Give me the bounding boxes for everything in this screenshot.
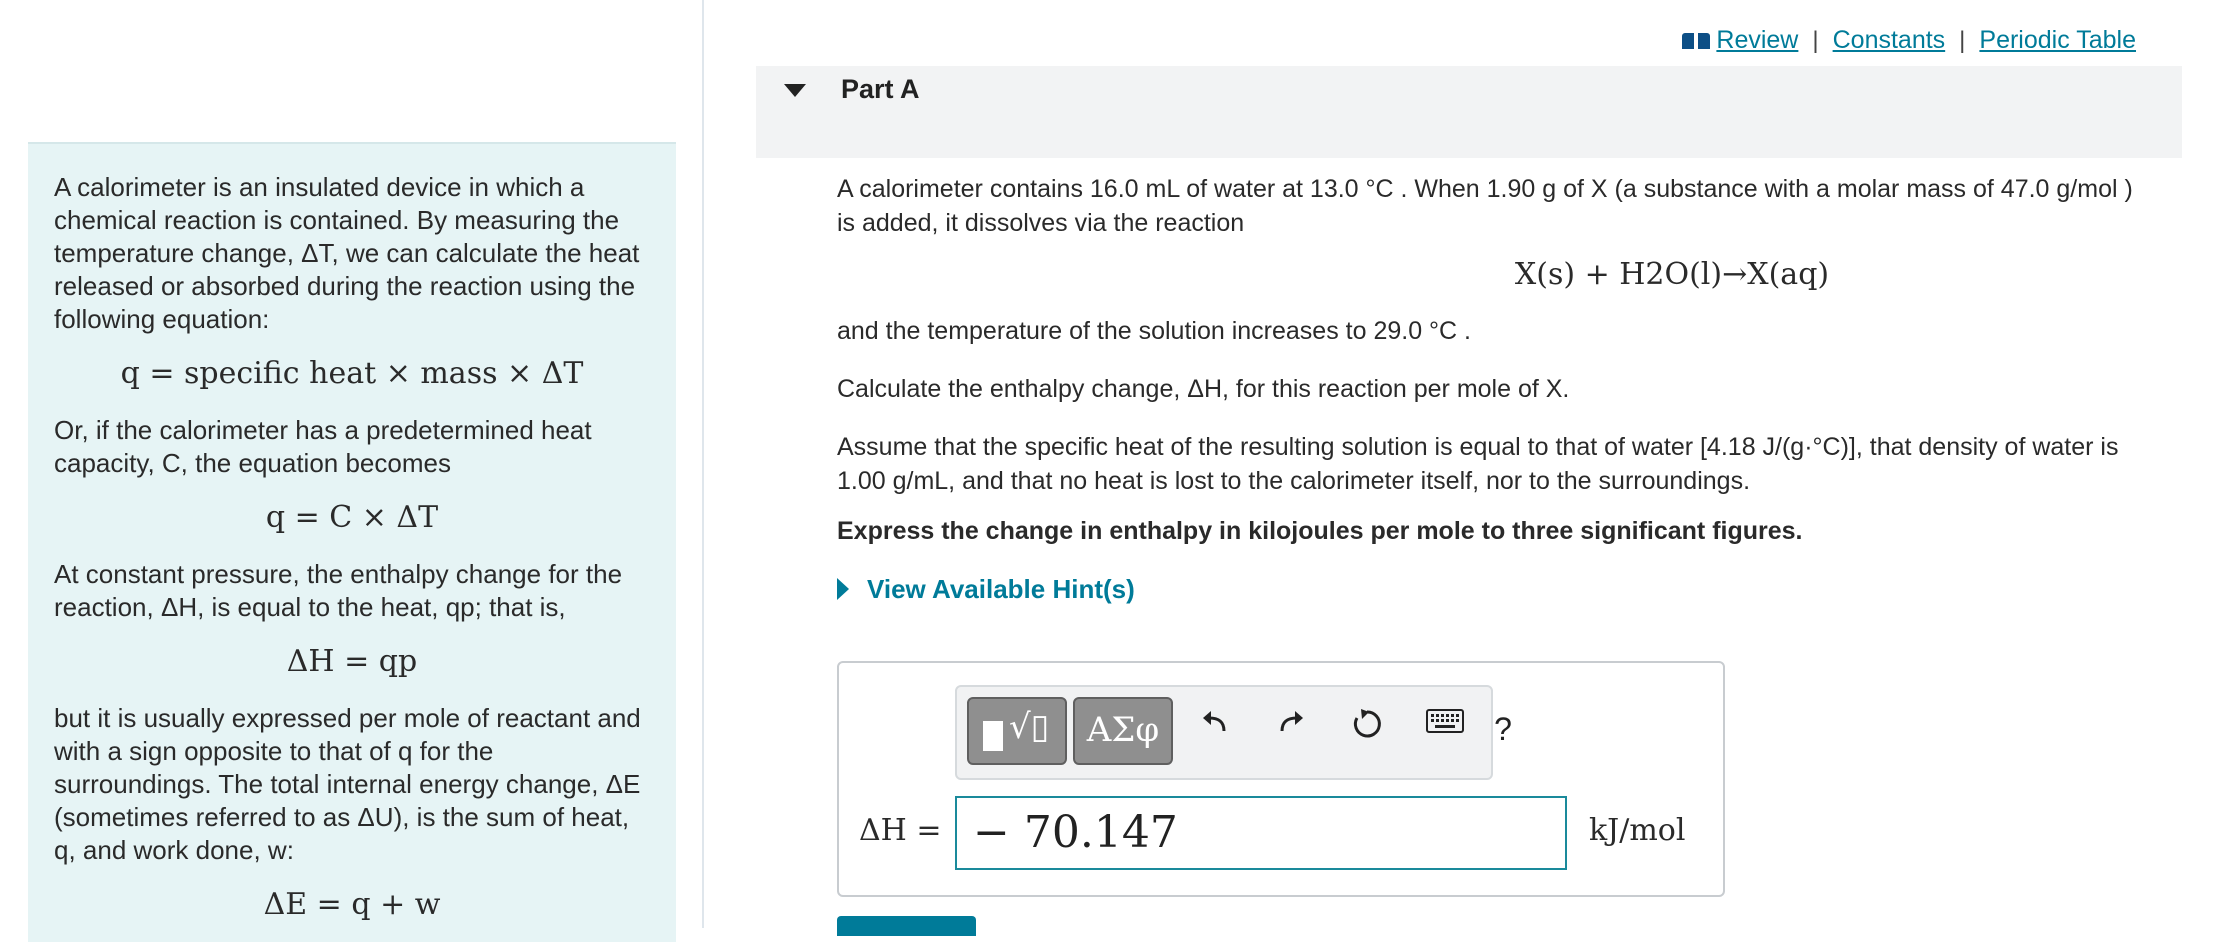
collapse-triangle-icon[interactable] [784, 84, 806, 97]
info-paragraph-1: A calorimeter is an insulated device in … [54, 172, 640, 334]
radical-icon: √▯ [1009, 707, 1050, 747]
info-panel: A calorimeter is an insulated device in … [28, 142, 676, 942]
info-paragraph-2: Or, if the calorimeter has a predetermin… [54, 415, 592, 478]
question-intro: A calorimeter contains 16.0 mL of water … [837, 175, 2133, 237]
part-title: Part A [841, 74, 920, 104]
question-body: A calorimeter contains 16.0 mL of water … [837, 172, 2147, 606]
equation-enthalpy: ΔH = qp [286, 644, 418, 679]
reset-icon[interactable] [1345, 707, 1389, 751]
equation-heat: q = specific heat × mass × ΔT [120, 356, 584, 391]
constants-link[interactable]: Constants [1833, 26, 1946, 55]
equation-internal-energy: ΔE = q + w [263, 887, 441, 922]
info-paragraph-3: At constant pressure, the enthalpy chang… [54, 559, 623, 622]
undo-icon[interactable] [1193, 707, 1237, 751]
info-paragraph-4: but it is usually expressed per mole of … [54, 703, 641, 865]
templates-button[interactable]: √▯ [967, 697, 1067, 765]
link-separator: | [1959, 26, 1966, 54]
greek-symbols-button[interactable]: ΑΣφ [1073, 697, 1173, 765]
review-link[interactable]: Review [1716, 26, 1798, 55]
answer-input[interactable]: − 70.147 [955, 796, 1567, 870]
book-icon [1682, 31, 1711, 51]
question-temperature: and the temperature of the solution incr… [837, 317, 1471, 345]
question-instruction: Express the change in enthalpy in kilojo… [837, 517, 1803, 545]
submit-button[interactable] [837, 916, 976, 936]
panel-divider [702, 0, 704, 928]
expand-triangle-icon [837, 578, 849, 600]
help-icon[interactable]: ? [1481, 707, 1525, 751]
part-header: Part A [756, 66, 2182, 158]
top-links: Review | Constants | Periodic Table [1682, 26, 2136, 55]
reaction-equation: X(s) + H2O(l)→X(aq) [1514, 257, 1830, 292]
link-separator: | [1812, 26, 1819, 54]
answer-unit: kJ/mol [1589, 813, 1686, 848]
view-hints-toggle[interactable]: View Available Hint(s) [837, 572, 2147, 606]
redo-icon[interactable] [1269, 707, 1313, 751]
math-toolbar: √▯ ΑΣφ ? [955, 685, 1512, 780]
answer-area: √▯ ΑΣφ ? ΔH = − 70.147 kJ/mol [837, 661, 1725, 897]
keyboard-icon[interactable] [1423, 707, 1467, 751]
template-block-icon [983, 721, 1003, 751]
question-calculate: Calculate the enthalpy change, ΔH, for t… [837, 375, 1570, 403]
view-hints-label: View Available Hint(s) [867, 574, 1135, 604]
equation-heat-capacity: q = C × ΔT [265, 500, 439, 535]
answer-label: ΔH = [859, 813, 942, 848]
periodic-table-link[interactable]: Periodic Table [1979, 26, 2136, 55]
question-assumptions: Assume that the specific heat of the res… [837, 433, 2119, 495]
